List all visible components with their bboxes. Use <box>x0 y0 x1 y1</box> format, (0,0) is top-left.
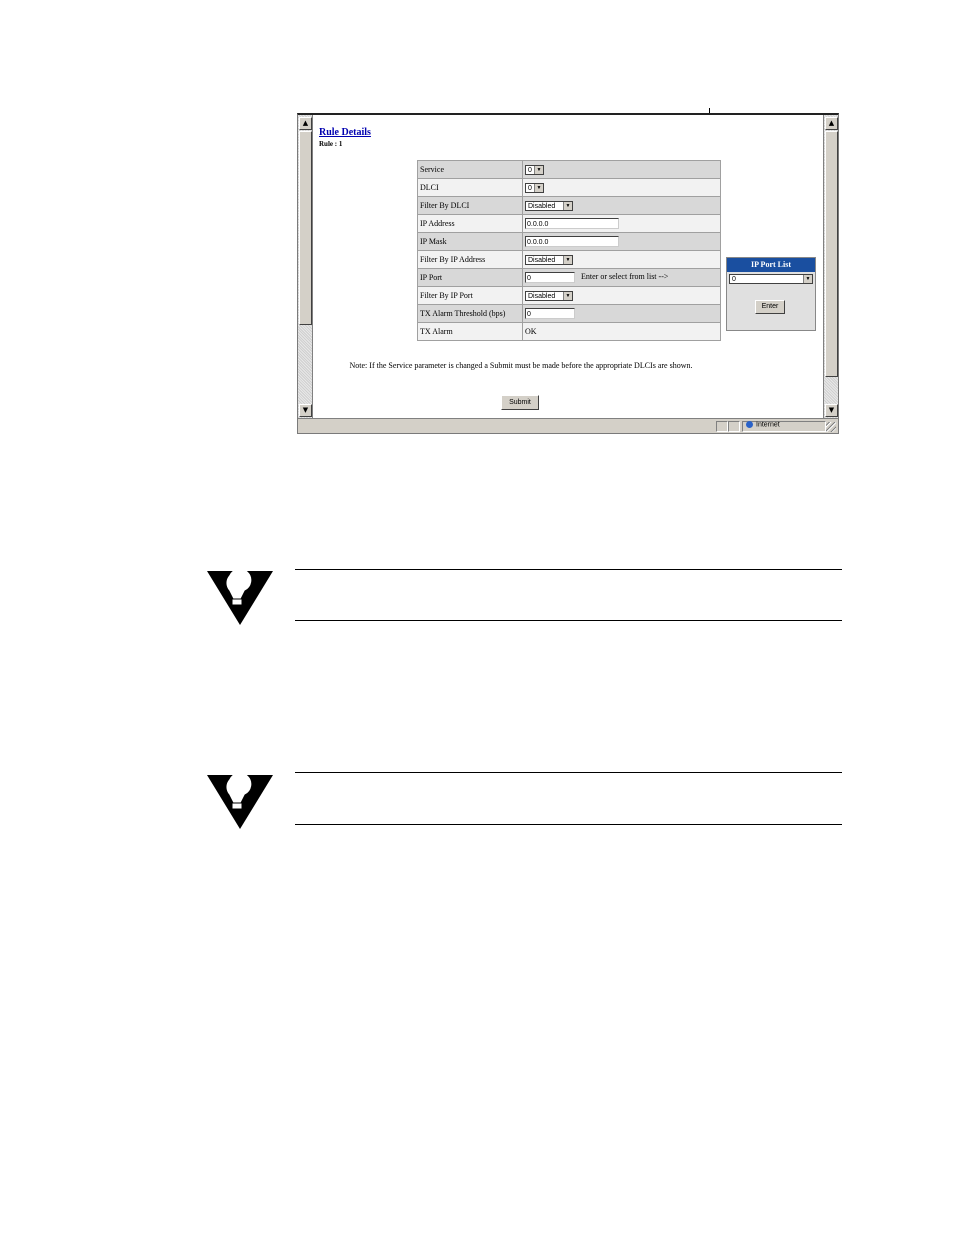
ip-port-list-panel: IP Port List 0 ▼ Enter <box>726 257 816 331</box>
left-scrollbar[interactable]: ▲ ▼ <box>298 115 313 419</box>
scroll-down-icon[interactable]: ▼ <box>825 404 838 417</box>
submit-button[interactable]: Submit <box>501 395 539 410</box>
tip-rule-bottom <box>295 824 842 825</box>
ip-address-label: IP Address <box>417 214 523 233</box>
param-row: Filter By IP Port Disabled ▼ <box>417 286 721 305</box>
tip-rule-top <box>295 772 842 773</box>
chevron-down-icon: ▼ <box>534 183 543 192</box>
service-label: Service <box>417 160 523 179</box>
filter-by-ip-address-value: Disabled <box>528 256 556 264</box>
chevron-down-icon: ▼ <box>803 275 812 283</box>
ip-port-list-select[interactable]: 0 ▼ <box>729 274 813 284</box>
enter-button[interactable]: Enter <box>755 300 785 314</box>
service-cell: 0 ▼ <box>522 160 721 179</box>
tx-alarm-threshold-bps-label: TX Alarm Threshold (bps) <box>417 304 523 323</box>
chevron-down-icon: ▼ <box>563 201 572 210</box>
rule-number: Rule : 1 <box>319 140 343 148</box>
status-pane <box>716 421 728 432</box>
param-row: IP Port 0 Enter or select from list --> <box>417 268 721 287</box>
scroll-thumb[interactable] <box>825 131 838 377</box>
ip-port-cell: 0 Enter or select from list --> <box>522 268 721 287</box>
tx-alarm-value: OK <box>525 327 537 336</box>
tip-rule-top <box>295 569 842 570</box>
lightbulb-tip-icon <box>207 571 273 625</box>
param-row: IP Address 0.0.0.0 <box>417 214 721 233</box>
ip-address-input[interactable]: 0.0.0.0 <box>525 218 619 229</box>
chevron-down-icon: ▼ <box>534 165 543 174</box>
param-row: TX Alarm Threshold (bps) 0 <box>417 304 721 323</box>
globe-icon <box>746 421 753 428</box>
resize-grip-icon[interactable] <box>826 422 836 432</box>
status-bar: Internet <box>298 418 838 433</box>
param-row: TX Alarm OK <box>417 322 721 341</box>
scroll-up-icon[interactable]: ▲ <box>299 117 312 130</box>
filter-by-ip-address-cell: Disabled ▼ <box>522 250 721 269</box>
lightbulb-tip-icon <box>207 775 273 829</box>
parameter-table: Service 0 ▼ DLCI 0 ▼ Filter By DLCI Disabled ▼ IP… <box>417 160 721 341</box>
chevron-down-icon: ▼ <box>563 291 572 300</box>
tip-rule-bottom <box>295 620 842 621</box>
filter-by-ip-address-select[interactable]: Disabled ▼ <box>525 254 573 265</box>
ip-port-hint: Enter or select from list --> <box>581 272 669 282</box>
ip-mask-label: IP Mask <box>417 232 523 251</box>
param-row: Service 0 ▼ <box>417 160 721 179</box>
browser-window: ▲ ▼ Rule Details Rule : 1 Service 0 ▼ DLCI 0… <box>297 113 839 434</box>
filter-by-ip-port-label: Filter By IP Port <box>417 286 523 305</box>
service-value: 0 <box>528 166 532 174</box>
param-row: DLCI 0 ▼ <box>417 178 721 197</box>
filter-by-ip-port-value: Disabled <box>528 292 556 300</box>
security-zone: Internet <box>746 421 780 428</box>
chevron-down-icon: ▼ <box>563 255 572 264</box>
scroll-thumb[interactable] <box>299 131 312 325</box>
service-note: Note: If the Service parameter is change… <box>349 361 693 370</box>
dlci-label: DLCI <box>417 178 523 197</box>
tx-alarm-threshold-bps-input[interactable]: 0 <box>525 308 575 319</box>
right-scrollbar[interactable]: ▲ ▼ <box>823 115 838 419</box>
ip-address-cell: 0.0.0.0 <box>522 214 721 233</box>
dlci-select[interactable]: 0 ▼ <box>525 182 544 193</box>
tx-alarm-cell: OK <box>522 322 721 341</box>
ip-port-list-value: 0 <box>732 276 736 283</box>
filter-by-ip-address-label: Filter By IP Address <box>417 250 523 269</box>
tx-alarm-threshold-bps-cell: 0 <box>522 304 721 323</box>
scroll-up-icon[interactable]: ▲ <box>825 117 838 130</box>
filter-by-dlci-cell: Disabled ▼ <box>522 196 721 215</box>
param-row: Filter By DLCI Disabled ▼ <box>417 196 721 215</box>
ip-port-label: IP Port <box>417 268 523 287</box>
param-row: Filter By IP Address Disabled ▼ <box>417 250 721 269</box>
service-select[interactable]: 0 ▼ <box>525 164 544 175</box>
filter-by-ip-port-select[interactable]: Disabled ▼ <box>525 290 573 301</box>
filter-by-ip-port-cell: Disabled ▼ <box>522 286 721 305</box>
zone-label: Internet <box>756 421 780 429</box>
ip-mask-input[interactable]: 0.0.0.0 <box>525 236 619 247</box>
status-pane <box>728 421 740 432</box>
filter-by-dlci-select[interactable]: Disabled ▼ <box>525 200 573 211</box>
rule-details-link[interactable]: Rule Details <box>319 127 371 138</box>
tx-alarm-label: TX Alarm <box>417 322 523 341</box>
param-row: IP Mask 0.0.0.0 <box>417 232 721 251</box>
dlci-cell: 0 ▼ <box>522 178 721 197</box>
ip-mask-cell: 0.0.0.0 <box>522 232 721 251</box>
scroll-down-icon[interactable]: ▼ <box>299 404 312 417</box>
filter-by-dlci-value: Disabled <box>528 202 556 210</box>
ip-port-list-header: IP Port List <box>727 258 815 272</box>
filter-by-dlci-label: Filter By DLCI <box>417 196 523 215</box>
ip-port-input[interactable]: 0 <box>525 272 575 283</box>
page-content: Rule Details Rule : 1 Service 0 ▼ DLCI 0 ▼ Fil… <box>313 115 823 419</box>
dlci-value: 0 <box>528 184 532 192</box>
